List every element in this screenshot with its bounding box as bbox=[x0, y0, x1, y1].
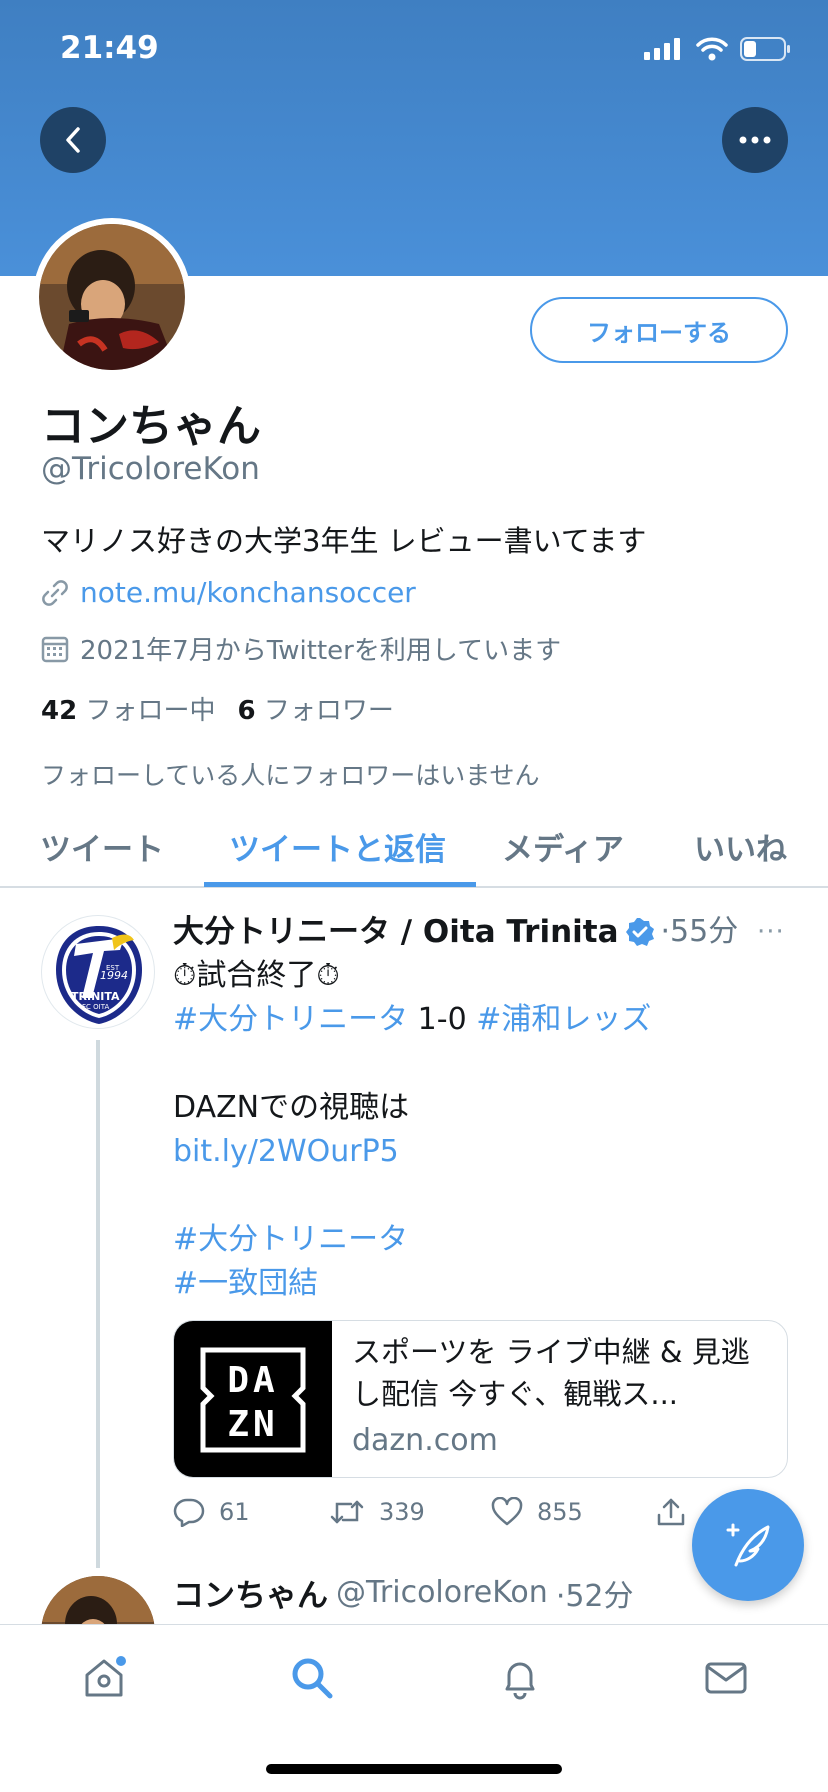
logo-name-text: TRINITA bbox=[71, 990, 120, 1003]
retweet-button[interactable]: 339 bbox=[329, 1498, 491, 1526]
like-count: 855 bbox=[537, 1498, 583, 1526]
mail-icon bbox=[705, 1662, 747, 1694]
dazn-logo: DA ZN bbox=[174, 1321, 332, 1477]
nav-messages[interactable] bbox=[701, 1653, 751, 1703]
retweet-count: 339 bbox=[379, 1498, 425, 1526]
logo-sub-text: FC OITA bbox=[82, 1003, 109, 1011]
hashtag-link[interactable]: #一致団結 bbox=[173, 1262, 793, 1306]
following-stat[interactable]: 42 フォロー中 bbox=[41, 696, 215, 726]
tweet-line-3: DAZNでの視聴は bbox=[173, 1090, 410, 1125]
bell-icon bbox=[505, 1662, 535, 1700]
tweet-text: 試合終了 bbox=[196, 958, 317, 993]
profile-bio: マリノス好きの大学3年生 レビュー書いてます bbox=[41, 524, 647, 558]
tweet2-author-name[interactable]: コンちゃん bbox=[173, 1570, 328, 1615]
following-count: 42 bbox=[41, 696, 78, 726]
card-text: スポーツを ライブ中継 & 見逃し配信 今すぐ、観戦ス... dazn.com bbox=[332, 1321, 787, 1477]
dazn-logo-bottom: ZN bbox=[227, 1404, 278, 1445]
tweet[interactable]: 大分トリニータ / Oita Trinita ·55分 ⏱試合終了⏱ #大分トリ… bbox=[173, 910, 793, 1306]
cellular-signal-icon bbox=[644, 38, 680, 60]
profile-join-row: 2021年7月からTwitterを利用しています bbox=[40, 630, 561, 667]
search-icon bbox=[292, 1658, 333, 1699]
nav-search[interactable] bbox=[287, 1653, 337, 1703]
card-title: スポーツを ライブ中継 & 見逃し配信 今すぐ、観戦ス... bbox=[352, 1335, 750, 1411]
profile-tabs: ツイート ツイートと返信 メディア いいね bbox=[0, 810, 828, 888]
active-tab-indicator bbox=[204, 882, 476, 887]
profile-link-row: note.mu/konchansoccer bbox=[40, 576, 416, 609]
heart-icon bbox=[491, 1497, 523, 1526]
wifi-icon bbox=[696, 37, 728, 61]
avatar-photo bbox=[39, 224, 185, 370]
tweet-score: 1-0 bbox=[408, 1002, 477, 1037]
calendar-icon bbox=[41, 636, 69, 662]
dazn-logo-top: DA bbox=[227, 1360, 278, 1401]
followers-count: 6 bbox=[237, 696, 256, 726]
followers-you-know-note: フォローしている人にフォロワーはいません bbox=[41, 761, 540, 790]
stopwatch-icon: ⏱ bbox=[316, 958, 340, 993]
follow-button[interactable]: フォローする bbox=[530, 297, 788, 363]
followers-stat[interactable]: 6 フォロワー bbox=[237, 696, 393, 726]
tweet-more-button[interactable]: ··· bbox=[757, 917, 785, 947]
tweet-line-2: #大分トリニータ 1-0 #浦和レッズ bbox=[173, 998, 793, 1042]
profile-link[interactable]: note.mu/konchansoccer bbox=[80, 576, 416, 609]
tweet2-timestamp: ·52分 bbox=[555, 1578, 634, 1614]
stopwatch-icon: ⏱ bbox=[173, 958, 197, 993]
share-icon bbox=[657, 1498, 685, 1526]
card-domain: dazn.com bbox=[352, 1423, 498, 1458]
tweet-header: 大分トリニータ / Oita Trinita ·55分 bbox=[173, 910, 793, 954]
link-preview-card[interactable]: DA ZN スポーツを ライブ中継 & 見逃し配信 今すぐ、観戦ス... daz… bbox=[173, 1320, 788, 1478]
chevron-left-icon bbox=[66, 127, 80, 153]
hashtag-link[interactable]: #大分トリニータ bbox=[173, 1002, 408, 1037]
back-button[interactable] bbox=[40, 107, 106, 173]
tweet-url-link[interactable]: bit.ly/2WOurP5 bbox=[173, 1130, 793, 1174]
tweet-timestamp: ·55分 bbox=[660, 914, 739, 949]
tweet-author-name[interactable]: 大分トリニータ / Oita Trinita bbox=[173, 910, 619, 954]
profile-stats: 42 フォロー中 6 フォロワー bbox=[41, 690, 394, 727]
followers-label: フォロワー bbox=[263, 696, 394, 726]
tweet-author-avatar[interactable]: EST 1994 TRINITA FC OITA bbox=[41, 915, 155, 1029]
tweet-line-1: ⏱試合終了⏱ bbox=[173, 954, 793, 998]
following-label: フォロー中 bbox=[85, 696, 216, 726]
profile-join-date: 2021年7月からTwitterを利用しています bbox=[80, 636, 562, 666]
hashtag-link[interactable]: #浦和レッズ bbox=[476, 1002, 651, 1037]
more-options-button[interactable] bbox=[722, 107, 788, 173]
status-time: 21:49 bbox=[60, 30, 159, 66]
tweet2-header[interactable]: コンちゃん @TricoloreKon ·52分 bbox=[173, 1570, 634, 1615]
home-indicator bbox=[266, 1764, 562, 1774]
more-horizontal-icon bbox=[739, 136, 771, 144]
thread-line bbox=[96, 1040, 100, 1568]
tweet-actions: 61 339 855 bbox=[173, 1496, 687, 1528]
nav-home[interactable] bbox=[79, 1653, 129, 1703]
hashtag-link[interactable]: #大分トリニータ bbox=[173, 1218, 793, 1262]
verified-badge-icon bbox=[625, 918, 654, 946]
share-button[interactable] bbox=[655, 1496, 687, 1528]
tweet2-handle: @TricoloreKon bbox=[336, 1575, 548, 1610]
battery-icon bbox=[740, 37, 790, 61]
profile-handle: @TricoloreKon bbox=[41, 451, 260, 487]
profile-avatar[interactable] bbox=[33, 218, 191, 376]
home-icon bbox=[85, 1656, 126, 1697]
retweet-icon bbox=[330, 1500, 364, 1524]
link-icon bbox=[42, 579, 68, 606]
tab-tweets[interactable]: ツイート bbox=[40, 824, 164, 869]
compose-feather-icon bbox=[726, 1523, 770, 1567]
reply-button[interactable]: 61 bbox=[173, 1497, 329, 1527]
compose-tweet-button[interactable] bbox=[692, 1489, 804, 1601]
logo-year-text: 1994 bbox=[100, 969, 128, 982]
reply-icon bbox=[173, 1498, 205, 1527]
nav-notifications[interactable] bbox=[495, 1653, 545, 1703]
like-button[interactable]: 855 bbox=[491, 1497, 655, 1527]
profile-display-name: コンちゃん bbox=[41, 401, 261, 452]
tab-tweets-and-replies[interactable]: ツイートと返信 bbox=[229, 824, 446, 869]
reply-count: 61 bbox=[219, 1498, 250, 1526]
tab-likes[interactable]: いいね bbox=[694, 824, 787, 869]
tab-media[interactable]: メディア bbox=[502, 824, 624, 869]
status-icons bbox=[644, 36, 792, 62]
